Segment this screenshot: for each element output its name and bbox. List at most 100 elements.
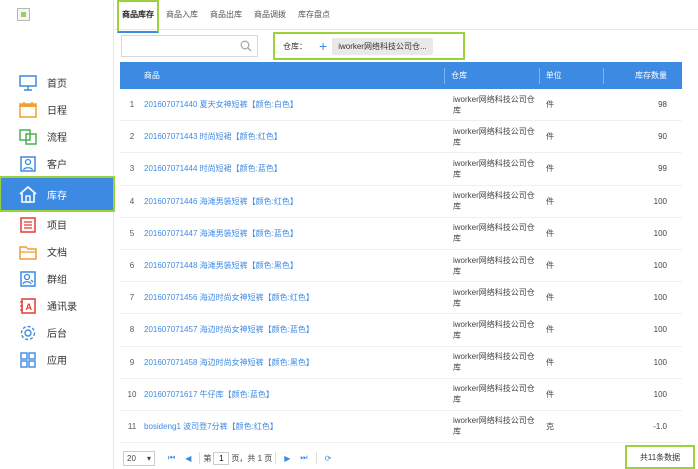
sidebar-item-apps[interactable]: 应用 [0,346,114,373]
pagination-bar: 20 ▾ ⏮ ◀ 第 页，共 1 页 ▶ ⏭ ⟳ 共11条数据 [120,445,695,469]
table-row[interactable]: 9 201607071458 海边时尚女神短裤【颜色:黑色】 iworker网络… [120,347,682,379]
table-row[interactable]: 5 201607071447 海滩男装短裤【颜色:蓝色】 iworker网络科技… [120,218,682,250]
row-index: 3 [129,164,135,174]
row-name-cell: 201607071617 牛仔库【颜色:蓝色】 [144,389,446,400]
row-index: 11 [127,421,137,431]
sidebar-item-contacts[interactable]: A 通讯录 [0,292,114,319]
product-link[interactable]: 201607071457 海边时尚女神短裤【颜色:蓝色】 [144,325,314,334]
table-row[interactable]: 3 201607071444 时尚短裙【颜色:蓝色】 iworker网络科技公司… [120,153,682,186]
row-index: 7 [129,293,135,303]
add-warehouse-icon[interactable]: + [319,39,327,53]
warehouse-filter: 仓库： + iworker网络科技公司仓... [273,32,465,60]
row-qty: -1.0 [653,421,667,431]
sidebar-item-inventory[interactable]: 库存 [0,176,115,212]
warehouse-filter-label: 仓库： [283,41,307,51]
contacts-icon: A [18,296,38,316]
row-index: 1 [129,100,135,110]
product-link[interactable]: 201607071617 牛仔库【颜色:蓝色】 [144,390,274,399]
calendar-icon [18,100,38,120]
sidebar-item-label: 文档 [47,248,67,259]
sidebar-item-admin[interactable]: 后台 [0,319,114,346]
search-box [121,35,258,57]
header-qty[interactable]: 库存数量 [604,62,682,89]
row-unit: 件 [546,100,554,110]
row-warehouse: iworker网络科技公司仓库 [453,287,535,308]
sidebar-item-flow[interactable]: 流程 [0,123,114,150]
page-size-value: 20 [127,453,136,463]
tab-stock-in[interactable]: 商品入库 [161,0,203,30]
sidebar-item-label: 项目 [47,221,67,232]
row-unit: 件 [546,357,554,367]
sidebar-item-schedule[interactable]: 日程 [0,96,114,123]
row-unit: 件 [546,261,554,271]
tab-stock[interactable]: 商品库存 [117,0,159,33]
last-page-icon[interactable]: ⏭ [300,453,307,463]
total-records-label: 共11条数据 [625,445,695,469]
chevron-down-icon: ▾ [146,453,151,463]
product-link[interactable]: 201607071446 海滩男装短裤【颜色:红色】 [144,197,298,206]
header-unit[interactable]: 单位 [540,62,604,89]
row-name-cell: 201607071448 海滩男装短裤【颜色:黑色】 [144,260,446,271]
search-input[interactable] [122,36,232,56]
sidebar-item-label: 通讯录 [47,302,77,313]
product-link[interactable]: 201607071443 时尚短裙【颜色:红色】 [144,132,282,141]
product-link[interactable]: 201607071456 海边时尚女神短裤【颜色:红色】 [144,293,314,302]
sidebar-item-label: 后台 [47,329,67,340]
row-unit: 克 [546,421,554,431]
sidebar-item-home[interactable]: 首页 [0,69,114,96]
table-header: 商品 仓库 单位 库存数量 [120,62,682,89]
table-row[interactable]: 1 201607071440 夏天女神短裤【颜色:白色】 iworker网络科技… [120,89,682,122]
table-row[interactable]: 7 201607071456 海边时尚女神短裤【颜色:红色】 iworker网络… [120,282,682,315]
row-unit: 件 [546,389,554,399]
group-icon [18,269,38,289]
row-warehouse: iworker网络科技公司仓库 [453,352,535,373]
header-name[interactable]: 商品 [144,62,444,89]
row-qty: 98 [658,100,667,110]
sidebar-item-label: 应用 [47,356,67,367]
page-suffix-label: 页，共 1 页 [231,453,273,463]
table-row[interactable]: 4 201607071446 海滩男装短裤【颜色:红色】 iworker网络科技… [120,186,682,218]
next-page-icon[interactable]: ▶ [284,454,290,463]
header-index [120,62,144,89]
warehouse-chip[interactable]: iworker网络科技公司仓... [332,37,433,55]
svg-text:A: A [26,302,33,312]
sidebar-nav: 首页 日程 流程 客户 库存 项目 文档 群组 A 通讯录 后台 应用 [0,69,115,373]
page-number-input[interactable] [213,451,230,465]
sidebar-item-label: 日程 [47,106,67,117]
table-row[interactable]: 10 201607071617 牛仔库【颜色:蓝色】 iworker网络科技公司… [120,379,682,411]
tab-transfer[interactable]: 商品调拨 [249,0,291,30]
row-name-cell: 201607071456 海边时尚女神短裤【颜色:红色】 [144,292,446,303]
product-link[interactable]: 201607071448 海滩男装短裤【颜色:黑色】 [144,261,298,270]
product-link[interactable]: 201607071447 海滩男装短裤【颜色:蓝色】 [144,229,298,238]
sidebar-item-label: 库存 [47,190,67,202]
sidebar-item-group[interactable]: 群组 [0,265,114,292]
flow-icon [18,127,38,147]
tab-inventory-check[interactable]: 库存盘点 [293,0,335,30]
row-name-cell: 201607071444 时尚短裙【颜色:蓝色】 [144,163,446,174]
product-link[interactable]: bosideng1 波司登7分裤【颜色:红色】 [144,422,278,431]
logo-image [17,8,30,21]
row-qty: 100 [653,325,667,335]
product-link[interactable]: 201607071444 时尚短裙【颜色:蓝色】 [144,164,282,173]
table-row[interactable]: 6 201607071448 海滩男装短裤【颜色:黑色】 iworker网络科技… [120,250,682,283]
tab-stock-out[interactable]: 商品出库 [205,0,247,30]
header-warehouse[interactable]: 仓库 [445,62,539,89]
search-icon[interactable] [240,40,252,54]
table-row[interactable]: 8 201607071457 海边时尚女神短裤【颜色:蓝色】 iworker网络… [120,314,682,347]
page-size-select[interactable]: 20 ▾ [123,450,155,466]
apps-icon [18,350,38,370]
sidebar-item-project[interactable]: 项目 [0,211,114,238]
sidebar-item-customer[interactable]: 客户 [0,150,114,177]
product-link[interactable]: 201607071458 海边时尚女神短裤【颜色:黑色】 [144,358,314,367]
sidebar-item-docs[interactable]: 文档 [0,238,114,265]
table-row[interactable]: 11 bosideng1 波司登7分裤【颜色:红色】 iworker网络科技公司… [120,411,682,444]
product-link[interactable]: 201607071440 夏天女神短裤【颜色:白色】 [144,100,298,109]
first-page-icon[interactable]: ⏮ [168,453,175,463]
row-qty: 100 [653,389,667,399]
refresh-icon[interactable]: ⟳ [325,454,332,463]
prev-page-icon[interactable]: ◀ [185,454,191,463]
row-warehouse: iworker网络科技公司仓库 [453,191,535,212]
table-row[interactable]: 2 201607071443 时尚短裙【颜色:红色】 iworker网络科技公司… [120,121,682,154]
customer-icon [18,154,38,174]
row-warehouse: iworker网络科技公司仓库 [453,384,535,405]
